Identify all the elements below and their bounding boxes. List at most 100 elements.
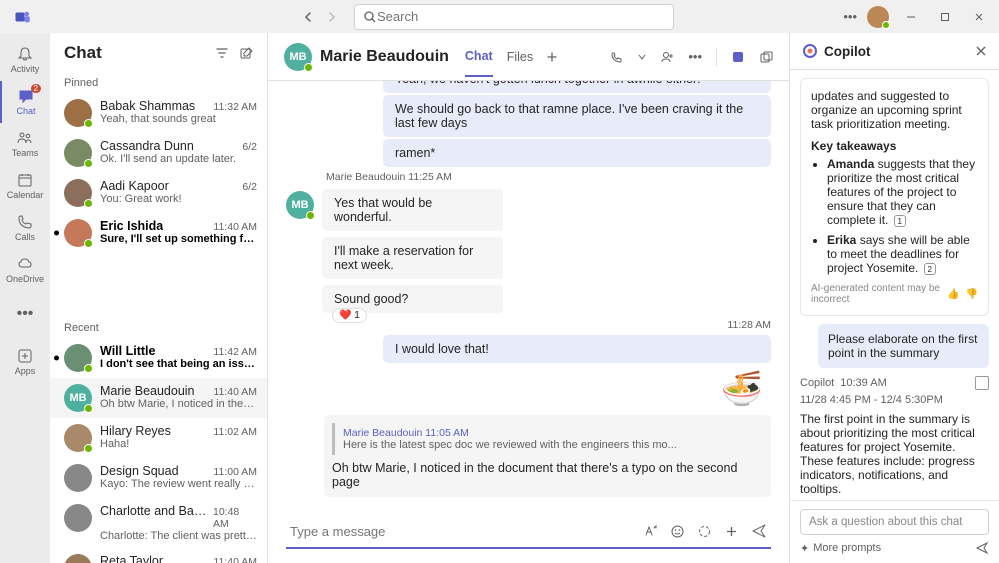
message-reply-card[interactable]: Marie Beaudouin 11:05 AMHere is the late… — [324, 415, 771, 497]
chat-contact-avatar: MB — [284, 43, 312, 71]
nav-forward-button[interactable] — [322, 7, 342, 27]
conversation-avatar — [64, 464, 92, 492]
rail-item-teams[interactable]: Teams — [0, 123, 50, 165]
message-outgoing[interactable]: ramen* — [383, 139, 771, 167]
send-button[interactable] — [751, 523, 767, 539]
conversation-preview: Kayo: The review went really well! Can't… — [100, 478, 257, 490]
rail-more-button[interactable]: ••• — [0, 293, 50, 335]
chat-tab-files[interactable]: Files — [507, 38, 533, 76]
rail-item-activity[interactable]: Activity — [0, 39, 50, 81]
message-compose-box[interactable] — [286, 515, 771, 549]
format-icon[interactable] — [643, 524, 658, 539]
conversation-item[interactable]: Reta Taylor11:40 AMAh, ok I understand n… — [50, 548, 267, 563]
copilot-title: Copilot — [824, 44, 871, 59]
message-outgoing[interactable]: Yeah, we haven't gotten lunch together i… — [383, 81, 771, 93]
loop-icon[interactable] — [697, 524, 712, 539]
call-button[interactable] — [610, 50, 624, 64]
chat-tab-chat[interactable]: Chat — [465, 37, 493, 77]
message-reaction[interactable]: ❤️ 1 — [332, 308, 367, 323]
conversation-item[interactable]: Will Little11:42 AMI don't see that bein… — [50, 338, 267, 378]
chat-more-button[interactable]: ••• — [688, 49, 702, 64]
rail-label: Chat — [16, 106, 35, 116]
conversation-avatar — [64, 424, 92, 452]
thumbs-up-icon[interactable]: 👍 — [947, 289, 959, 300]
conversation-preview: Ok. I'll send an update later. — [100, 153, 257, 165]
message-outgoing[interactable]: I would love that! — [383, 335, 771, 363]
nav-back-button[interactable] — [298, 7, 318, 27]
conversation-avatar — [64, 554, 92, 563]
ai-disclaimer: AI-generated content may be incorrect — [811, 283, 947, 305]
conversation-item[interactable]: Charlotte and Babak10:48 AMCharlotte: Th… — [50, 498, 267, 548]
message-incoming[interactable]: I'll make a reservation for next week. — [322, 237, 503, 279]
window-minimize-button[interactable] — [899, 5, 923, 29]
thumbs-down-icon[interactable]: 👎 — [966, 289, 978, 300]
copilot-reply-text: The first point in the summary is about … — [800, 412, 989, 496]
footnote-ref[interactable]: 2 — [924, 263, 936, 275]
add-people-button[interactable] — [660, 50, 674, 64]
conversation-avatar — [64, 139, 92, 167]
rail-apps-button[interactable]: Apps — [0, 341, 50, 383]
teams-logo-icon — [14, 8, 32, 26]
conversation-preview: Oh btw Marie, I noticed in the document … — [100, 398, 257, 410]
copilot-send-button[interactable] — [975, 541, 989, 555]
conversation-time: 11:40 AM — [213, 221, 257, 233]
copilot-time-range: 11/28 4:45 PM - 12/4 5:30PM — [800, 394, 989, 406]
footnote-ref[interactable]: 1 — [894, 215, 906, 227]
rail-item-chat[interactable]: Chat 2 — [0, 81, 50, 123]
conversation-time: 11:32 AM — [213, 101, 257, 113]
chat-list-sidebar: Chat Pinned Babak Shammas11:32 AMYeah, t… — [50, 33, 268, 563]
message-incoming[interactable]: Sound good?❤️ 1 — [322, 285, 503, 313]
window-close-button[interactable] — [967, 5, 991, 29]
rail-badge: 2 — [31, 84, 41, 93]
search-input[interactable] — [377, 9, 665, 24]
message-input[interactable] — [290, 524, 631, 539]
conversation-preview: You: Great work! — [100, 193, 257, 205]
conversation-item[interactable]: Eric Ishida11:40 AMSure, I'll set up som… — [50, 213, 267, 253]
call-menu-icon[interactable] — [638, 53, 646, 61]
conversation-item[interactable]: Cassandra Dunn 6/2Ok. I'll send an update… — [50, 133, 267, 173]
copilot-user-message: Please elaborate on the first point in t… — [818, 324, 989, 368]
filter-icon[interactable] — [215, 46, 229, 60]
copilot-bullet: Erika says she will be able to meet the … — [827, 233, 978, 275]
conversation-name: Cassandra Dunn — [100, 139, 194, 153]
more-prompts-button[interactable]: More prompts — [813, 542, 881, 554]
window-maximize-button[interactable] — [933, 5, 957, 29]
conversation-name: Will Little — [100, 344, 155, 358]
copy-icon[interactable] — [975, 376, 989, 390]
chat-pane: MB Marie Beaudouin ChatFiles ••• We have… — [268, 33, 789, 563]
conversation-time: 11:00 AM — [213, 466, 257, 478]
copilot-toggle-icon[interactable] — [731, 50, 745, 64]
conversation-name: Aadi Kapoor — [100, 179, 169, 193]
popout-chat-button[interactable] — [759, 50, 773, 64]
conversation-time: 6/2 — [242, 141, 257, 153]
compose-add-icon[interactable] — [724, 524, 739, 539]
more-options-button[interactable]: ••• — [843, 9, 857, 24]
current-user-avatar[interactable] — [867, 6, 889, 28]
conversation-item[interactable]: Design Squad11:00 AMKayo: The review wen… — [50, 458, 267, 498]
rail-label: Activity — [11, 64, 40, 74]
conversation-preview: I don't see that being an issue. Can you… — [100, 358, 257, 370]
conversation-item[interactable]: Hilary Reyes11:02 AMHaha! — [50, 418, 267, 458]
app-rail: ActivityChat2TeamsCalendarCallsOneDrive … — [0, 33, 50, 563]
conversation-item[interactable]: Aadi Kapoor6/2You: Great work! — [50, 173, 267, 213]
recent-section-label: Recent — [50, 318, 267, 338]
bell-icon — [17, 46, 33, 62]
message-outgoing[interactable]: We should go back to that ramne place. I… — [383, 95, 771, 137]
new-chat-icon[interactable] — [239, 46, 253, 60]
more-prompts-icon[interactable]: ✦ — [800, 542, 809, 555]
conversation-item[interactable]: Babak Shammas11:32 AMYeah, that sounds g… — [50, 93, 267, 133]
conversation-item[interactable]: MBMarie Beaudouin11:40 AMOh btw Marie, I… — [50, 378, 267, 418]
copilot-subheading: Key takeaways — [811, 139, 978, 153]
rail-item-calendar[interactable]: Calendar — [0, 165, 50, 207]
emoji-icon[interactable] — [670, 524, 685, 539]
message-incoming[interactable]: Yes that would be wonderful. — [322, 189, 503, 231]
rail-item-onedrive[interactable]: OneDrive — [0, 249, 50, 291]
copilot-close-button[interactable] — [975, 45, 987, 57]
rail-item-calls[interactable]: Calls — [0, 207, 50, 249]
add-tab-button[interactable] — [545, 50, 559, 64]
conversation-time: 11:40 AM — [213, 386, 257, 398]
copilot-input[interactable]: Ask a question about this chat — [800, 509, 989, 535]
conversation-avatar — [64, 504, 92, 532]
conversation-avatar — [64, 179, 92, 207]
search-box[interactable] — [354, 4, 674, 30]
